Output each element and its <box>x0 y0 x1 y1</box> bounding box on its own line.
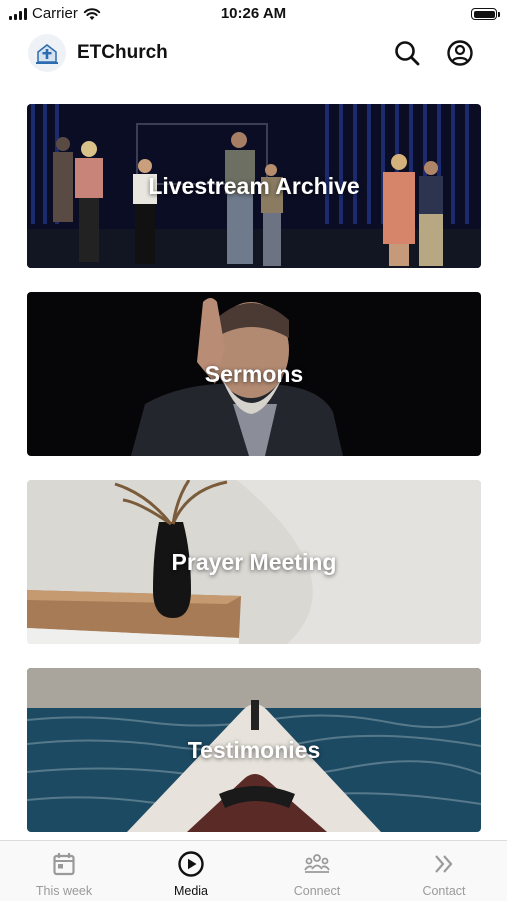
app-header: ETChurch <box>0 30 507 76</box>
prayer-meeting-card[interactable]: Prayer Meeting <box>27 480 481 644</box>
battery-icon <box>471 8 500 20</box>
sermons-label: Sermons <box>204 360 304 387</box>
tab-connect[interactable]: Connect <box>254 841 380 901</box>
livestream-archive-card[interactable]: Livestream Archive <box>27 104 481 268</box>
double-chevron-right-icon <box>435 855 453 873</box>
tab-media[interactable]: Media <box>128 841 254 901</box>
account-icon <box>447 40 473 66</box>
play-circle-icon <box>178 851 204 877</box>
tab-contact-label: Contact <box>422 884 466 898</box>
search-icon <box>395 41 420 66</box>
account-button[interactable] <box>445 38 475 68</box>
church-logo-icon <box>28 34 66 72</box>
tab-this-week-label: This week <box>35 884 93 898</box>
tab-media-label: Media <box>173 884 209 898</box>
status-bar: Carrier 10:26 AM <box>0 0 507 30</box>
status-time: 10:26 AM <box>220 5 287 22</box>
testimonies-label: Testimonies <box>187 736 321 763</box>
sermons-card[interactable]: Sermons <box>27 292 481 456</box>
tab-connect-label: Connect <box>293 884 341 898</box>
tab-contact[interactable]: Contact <box>381 841 507 901</box>
people-icon <box>304 854 330 873</box>
calendar-icon <box>53 853 75 876</box>
livestream-archive-label: Livestream Archive <box>148 172 360 199</box>
search-button[interactable] <box>392 38 422 68</box>
app-title: ETChurch <box>77 42 168 63</box>
testimonies-card[interactable]: Testimonies <box>27 668 481 832</box>
bottom-tab-bar: This week Media Connect Contact <box>0 840 507 901</box>
prayer-meeting-label: Prayer Meeting <box>171 548 337 575</box>
tab-this-week[interactable]: This week <box>1 841 127 901</box>
